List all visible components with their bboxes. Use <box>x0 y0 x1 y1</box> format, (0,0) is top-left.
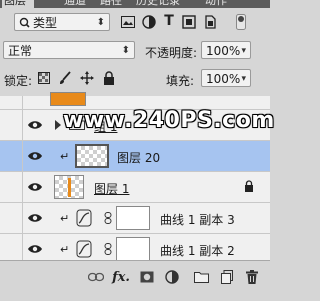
chevron-down-icon: ▾ <box>241 46 246 56</box>
chain-link-icon[interactable] <box>104 243 112 255</box>
layer-row[interactable]: 图层 1 <box>0 172 270 203</box>
opacity-label: 不透明度: <box>145 46 198 60</box>
filter-kind-label: 类型 <box>33 16 58 30</box>
tab-layers[interactable]: 图层 <box>2 0 34 8</box>
blend-mode-value: 正常 <box>8 44 33 58</box>
eye-icon[interactable] <box>27 120 43 130</box>
curves-adjustment-icon <box>76 209 92 230</box>
clipping-mask-icon: ↵ <box>60 212 70 225</box>
link-layers-icon[interactable] <box>88 270 104 284</box>
blend-mode-select[interactable]: 正常 ⬍ <box>3 41 135 59</box>
new-layer-icon[interactable] <box>220 269 234 285</box>
image-filter-icon[interactable] <box>120 14 136 30</box>
layer-divider <box>22 141 23 171</box>
layer-divider <box>22 172 23 202</box>
lock-row: 锁定: 填充: 100% ▾ <box>0 66 270 90</box>
fx-icon[interactable]: fx. <box>112 269 130 285</box>
curves-adjustment-icon <box>76 240 92 261</box>
filter-toggle-icon[interactable] <box>236 14 246 30</box>
chevron-down-icon: ▾ <box>241 74 246 84</box>
eye-icon[interactable] <box>27 244 43 254</box>
dropdown-arrow-icon: ⬍ <box>96 17 105 28</box>
layer-divider <box>22 110 23 140</box>
fill-field[interactable]: 100% ▾ <box>201 69 251 87</box>
lock-position-icon[interactable] <box>80 71 94 85</box>
eye-icon[interactable] <box>27 151 43 161</box>
eye-icon[interactable] <box>27 213 43 223</box>
clipping-mask-icon: ↵ <box>60 150 70 163</box>
chevron-right-icon[interactable] <box>54 119 62 133</box>
blend-row: 正常 ⬍ 不透明度: 100% ▾ <box>0 38 270 62</box>
tab-actions[interactable]: 动作 <box>205 0 227 8</box>
lock-transparent-pixels-icon[interactable] <box>38 72 50 84</box>
tab-history[interactable]: 历史记录 <box>136 0 180 8</box>
smart-object-filter-icon[interactable] <box>202 14 218 30</box>
layer-mask-thumbnail <box>116 206 150 230</box>
chain-link-icon[interactable] <box>104 212 112 224</box>
tab-channels[interactable]: 通道 <box>64 0 86 8</box>
delete-layer-icon[interactable] <box>245 269 259 285</box>
fill-label: 填充: <box>166 74 195 88</box>
filter-kind-select[interactable]: 类型 ⬍ <box>14 13 110 31</box>
layer-mask-thumbnail <box>116 237 150 261</box>
layer-row-selected[interactable]: ↵ 图层 20 <box>0 141 270 172</box>
layer-thumbnail <box>75 144 109 168</box>
opacity-value: 100% <box>206 44 241 58</box>
adjustment-filter-icon[interactable] <box>141 14 157 30</box>
shape-filter-icon[interactable] <box>181 14 197 30</box>
filter-row: 类型 ⬍ T <box>0 10 270 34</box>
clipping-mask-icon: ↵ <box>60 243 70 256</box>
watermark-text: www.240PS.com <box>63 108 275 133</box>
lock-all-icon[interactable] <box>103 71 115 85</box>
layer-divider <box>22 96 23 109</box>
layer-thumbnail <box>50 92 86 106</box>
search-icon <box>19 14 30 37</box>
type-filter-icon[interactable]: T <box>162 13 176 29</box>
new-adjustment-layer-icon[interactable] <box>164 269 180 285</box>
tab-paths[interactable]: 路径 <box>100 0 122 8</box>
layer-name[interactable]: 图层 1 <box>94 180 129 197</box>
add-mask-icon[interactable] <box>140 270 154 284</box>
new-group-icon[interactable] <box>193 270 209 284</box>
layer-name[interactable]: 曲线 1 副本 3 <box>160 211 235 228</box>
fill-value: 100% <box>206 72 241 86</box>
layer-row[interactable]: ↵ 曲线 1 副本 3 <box>0 203 270 234</box>
layer-name[interactable]: 图层 20 <box>117 149 160 166</box>
dropdown-arrow-icon: ⬍ <box>121 45 130 56</box>
layers-bottom-toolbar: fx. <box>0 260 270 301</box>
layer-thumbnail <box>54 175 84 199</box>
opacity-field[interactable]: 100% ▾ <box>201 41 251 59</box>
lock-image-pixels-icon[interactable] <box>58 71 72 85</box>
eye-icon[interactable] <box>27 182 43 192</box>
thumbnail-content <box>68 178 71 197</box>
layer-divider <box>22 203 23 233</box>
panel-tabs: 图层 通道 路径 历史记录 动作 <box>0 0 270 8</box>
lock-icon <box>244 180 254 195</box>
lock-label: 锁定: <box>4 74 33 88</box>
layer-name[interactable]: 曲线 1 副本 2 <box>160 242 235 259</box>
